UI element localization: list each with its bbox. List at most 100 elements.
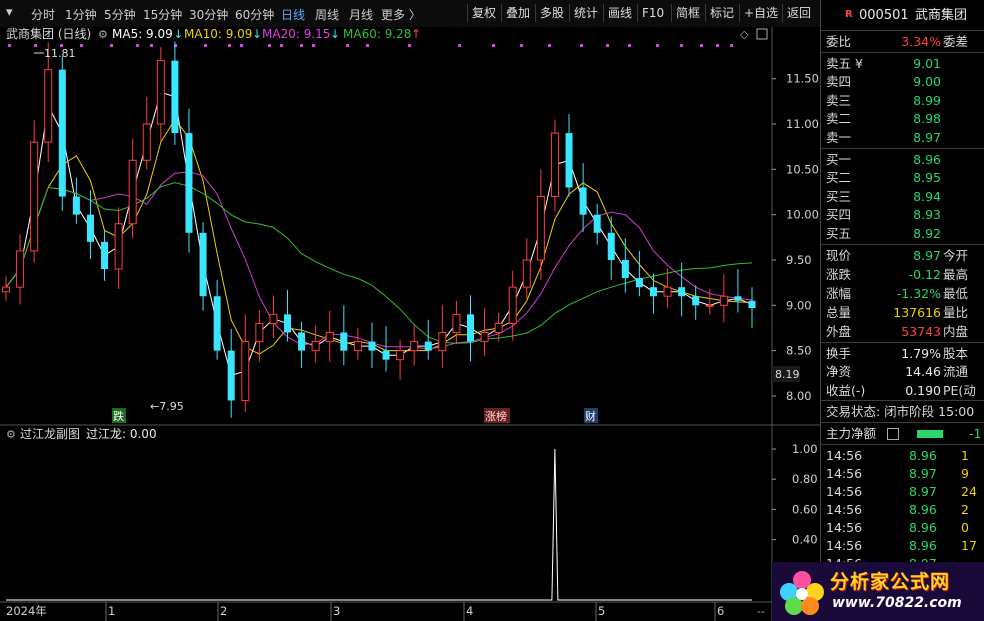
ma-arrow-icon: ↓ (330, 27, 340, 41)
period-30min[interactable]: 30分钟 (189, 6, 228, 23)
trade-status: 交易状态: 闭市阶段 15:00 (826, 404, 975, 419)
tick-row[interactable]: 14:56 8.97 9 (821, 465, 984, 483)
flow-title[interactable]: 主力净额 (826, 425, 876, 443)
candle-body (269, 313, 278, 324)
stat-label: 收益(-) (826, 382, 866, 398)
divider (821, 52, 984, 53)
sell-level-value: 8.99 (913, 92, 941, 108)
f10-button[interactable]: F10 (637, 4, 668, 22)
quote-value: 53743 (901, 324, 941, 339)
candle-body (382, 350, 390, 360)
tick-volume: 9 (961, 466, 969, 481)
period-fenshi[interactable]: 分时 (31, 6, 55, 23)
sub-settings-icon[interactable]: ⚙ (6, 428, 16, 441)
buy-level-row: 买五 8.92 (821, 225, 984, 243)
quote-value: 8.97 (913, 248, 941, 263)
quote-value: -1.32% (896, 286, 941, 301)
flow-list-icon[interactable] (887, 428, 899, 440)
toolbar: ▾ 分时 1分钟 5分钟 15分钟 30分钟 60分钟 日线 周线 月线 更多 … (0, 0, 820, 28)
period-15min[interactable]: 15分钟 (143, 6, 182, 23)
period-1min[interactable]: 1分钟 (65, 6, 97, 23)
candle-body (185, 133, 193, 233)
signal-dot (492, 44, 495, 47)
webi-value: 3.34% (901, 34, 941, 49)
ma-arrow-icon: ↓ (252, 27, 262, 41)
sell-level-label: 卖三 (826, 92, 852, 108)
tick-time: 14:56 (826, 520, 863, 535)
signal-dot (110, 44, 113, 47)
candle-body (44, 69, 53, 143)
tick-row[interactable]: 14:56 8.96 2 (821, 501, 984, 519)
logo-text: 分析家公式网 (830, 571, 951, 593)
sell-level-value: 9.01 (913, 56, 941, 71)
candle-body (579, 187, 587, 215)
candle-body (353, 341, 362, 352)
tick-row[interactable]: 14:56 8.96 0 (821, 519, 984, 537)
candle-body (16, 250, 25, 288)
menu-icon[interactable]: ▾ (6, 5, 13, 20)
add-watchlist-button[interactable]: +自选 (739, 4, 782, 22)
candle-body (142, 123, 151, 161)
diamond-icon[interactable]: ◇ (740, 28, 749, 41)
quote-label: 涨跌 (826, 267, 852, 282)
back-button[interactable]: 返回 (782, 4, 815, 22)
buy-level-label: 买二 (826, 170, 852, 186)
candle-body (101, 241, 109, 270)
candle-body (227, 350, 235, 401)
tick-row[interactable]: 14:56 8.97 24 (821, 483, 984, 501)
candle-body (522, 259, 531, 288)
stat-right-label: 股本 (943, 346, 969, 361)
tick-row[interactable]: 14:56 8.96 1 (821, 447, 984, 465)
period-monthly[interactable]: 月线 (349, 6, 373, 23)
tick-volume: 24 (961, 484, 977, 499)
period-weekly[interactable]: 周线 (315, 6, 339, 23)
period-more[interactable]: 更多 〉 (381, 6, 421, 23)
quote-label: 涨幅 (826, 286, 852, 301)
tick-row[interactable]: 14:56 8.96 17 (821, 537, 984, 555)
candle-body (241, 341, 250, 401)
buy-level-label: 买五 (826, 225, 852, 241)
signal-dot (716, 44, 719, 47)
r-badge: R (845, 9, 853, 20)
candle-body (298, 332, 306, 351)
buy-level-row: 买二 8.95 (821, 169, 984, 187)
multi-stock-button[interactable]: 多股 (535, 4, 568, 22)
draw-line-button[interactable]: 画线 (603, 4, 636, 22)
period-5min[interactable]: 5分钟 (104, 6, 136, 23)
mark-button[interactable]: 标记 (705, 4, 738, 22)
candle-body (213, 296, 221, 351)
candle-body (649, 287, 657, 297)
period-60min[interactable]: 60分钟 (235, 6, 274, 23)
ma-arrow-icon: ↑ (411, 27, 421, 41)
quote-right-label: 内盘 (943, 324, 969, 339)
stat-row: 净资 14.46 流通 (821, 363, 984, 381)
sub-tick-label: 0.80 (792, 472, 818, 486)
stats-button[interactable]: 统计 (569, 4, 602, 22)
simple-frame-button[interactable]: 简框 (671, 4, 704, 22)
stat-value: 1.79% (901, 346, 941, 361)
tick-price: 8.97 (909, 466, 937, 481)
signal-dot (580, 44, 583, 47)
buy-level-row: 买四 8.93 (821, 206, 984, 224)
kline-chart[interactable]: 武商集团 (日线) ⚙ MA5: 9.09 ↓ MA10: 9.09 ↓ MA20: 9… (0, 27, 820, 621)
overlay-button[interactable]: 叠加 (501, 4, 534, 22)
tick-volume: 0 (961, 520, 969, 535)
sell-level-label: 卖四 (826, 74, 852, 90)
candle-body (171, 60, 179, 134)
logo-url: www.70822.com (832, 595, 962, 611)
stat-label: 换手 (826, 346, 852, 361)
buy-level-value: 8.95 (913, 170, 941, 186)
period-daily[interactable]: 日线 (281, 6, 305, 23)
quote-row: 现价 8.97 今开 (821, 247, 984, 265)
fuquan-button[interactable]: 复权 (467, 4, 500, 22)
weicha-label: 委差 (943, 34, 969, 49)
candle-body (368, 341, 376, 351)
signal-dot (312, 44, 315, 47)
sell-level-value: 8.97 (913, 129, 941, 145)
candle-body (705, 304, 714, 307)
time-label: 5 (598, 604, 605, 618)
buy-level-value: 8.92 (913, 225, 941, 241)
sub-tick-label: 0.40 (792, 533, 818, 547)
buy-level-value: 8.93 (913, 207, 941, 223)
settings-gear-icon[interactable]: ⚙ (98, 28, 108, 41)
